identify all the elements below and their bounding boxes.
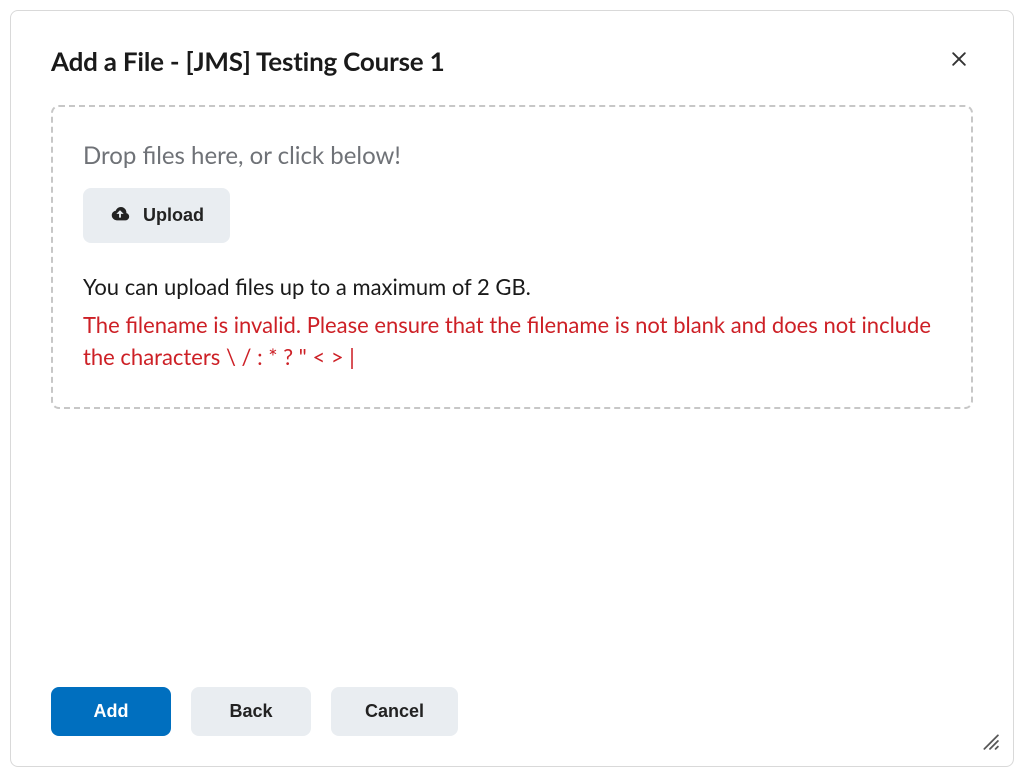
upload-button-label: Upload [143, 205, 204, 226]
upload-error-message: The filename is invalid. Please ensure t… [83, 309, 941, 373]
upload-button[interactable]: Upload [83, 188, 230, 243]
close-icon [949, 49, 969, 72]
resize-icon [981, 735, 999, 754]
dialog-header: Add a File - [JMS] Testing Course 1 [51, 45, 973, 77]
cancel-button[interactable]: Cancel [331, 687, 458, 736]
add-file-dialog: Add a File - [JMS] Testing Course 1 Drop… [10, 10, 1014, 767]
close-button[interactable] [945, 45, 973, 76]
dialog-footer: Add Back Cancel [51, 687, 973, 736]
resize-handle[interactable] [981, 732, 999, 754]
file-dropzone[interactable]: Drop files here, or click below! Upload … [51, 105, 973, 409]
dropzone-prompt: Drop files here, or click below! [83, 141, 941, 170]
add-button[interactable]: Add [51, 687, 171, 736]
back-button[interactable]: Back [191, 687, 311, 736]
dialog-title: Add a File - [JMS] Testing Course 1 [51, 45, 444, 77]
upload-size-info: You can upload files up to a maximum of … [83, 271, 941, 303]
upload-icon [109, 202, 131, 229]
